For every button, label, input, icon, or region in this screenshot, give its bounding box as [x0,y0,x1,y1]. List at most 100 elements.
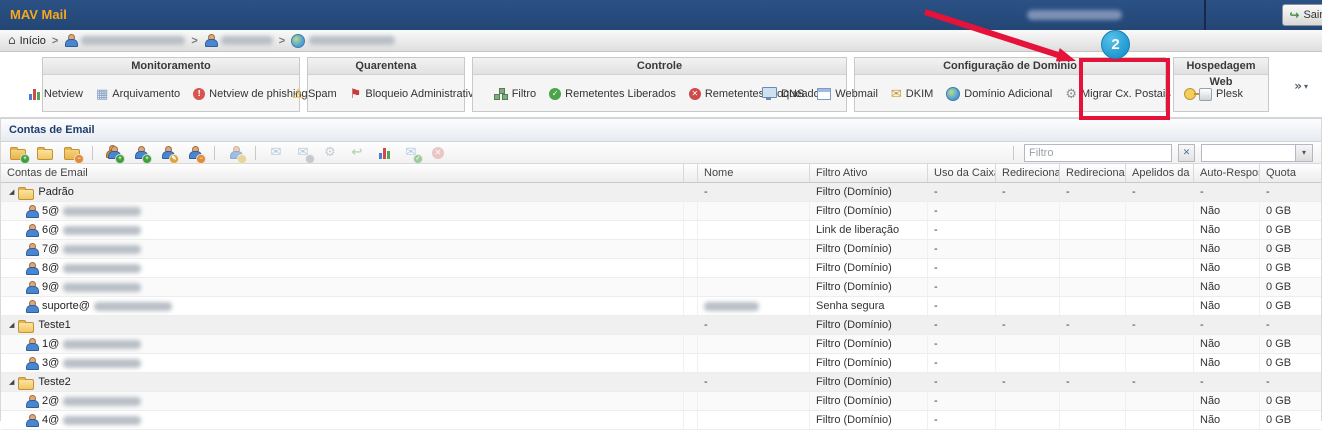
user-icon [25,395,38,408]
add-account-button[interactable]: + [131,144,149,162]
toolbar-separator [1013,146,1014,160]
account-row[interactable]: suporte@Senha segura-Não0 GB [1,297,1321,316]
ribbon-item-spam[interactable]: ⚠Spam [292,88,336,101]
ribbon-item-remetentes-bloqueados[interactable]: ✕Remetentes Bloqueados [689,88,825,100]
account-tree-cell: 5@ [1,202,684,220]
spacer-cell [684,297,698,315]
ribbon-item-remetentes-liberados[interactable]: ✓Remetentes Liberados [549,88,676,100]
redacted-text [221,36,273,45]
edit-account-button[interactable]: ✎ [158,144,176,162]
ribbon-item-plesk[interactable]: Plesk [1199,88,1243,101]
column-header-autoresp[interactable]: Auto-Resposta [1194,164,1260,182]
remove-folder-badge-icon: − [74,154,84,164]
cell-autoresp: Não [1194,297,1260,315]
breadcrumb-items: >>> [52,34,395,48]
expanded-triangle-icon[interactable]: ◢ [9,183,14,201]
cell-filtro: Filtro (Domínio) [810,335,928,353]
folder-open-icon [37,149,53,160]
logout-button[interactable]: ↪ Sair [1282,4,1322,26]
cell-apelidos: - [1126,183,1194,201]
ribbon-item-bloqueio-administrativo[interactable]: ⚑Bloqueio Administrativo [350,88,480,101]
breadcrumb-item[interactable] [291,34,395,48]
filter-clear-button[interactable]: ✕ [1178,144,1195,162]
column-header-red1[interactable]: Redirecionam... [996,164,1060,182]
account-row[interactable]: 1@Filtro (Domínio)-Não0 GB [1,335,1321,354]
group-row[interactable]: ◢Teste2-Filtro (Domínio)------ [1,373,1321,392]
account-tree-cell: suporte@ [1,297,684,315]
ribbon-item-migrar-cx-postais[interactable]: ⚙Migrar Cx. Postais [1065,88,1171,101]
breadcrumb-home-link[interactable]: ⌂ Início [8,34,46,47]
cell-quota: 0 GB [1260,354,1321,372]
account-email-redacted [63,416,141,425]
cell-autoresp: Não [1194,278,1260,296]
ribbon-overflow-button[interactable]: » ▾ [1294,80,1308,93]
cell-red2 [1060,392,1126,410]
mail-check-button[interactable]: ✉✓ [402,144,420,162]
account-row[interactable]: 9@Filtro (Domínio)-Não0 GB [1,278,1321,297]
stats-button[interactable] [375,144,393,162]
mail-settings-button[interactable]: ✉ [294,144,312,162]
column-header-nome[interactable]: Nome [698,164,810,182]
column-header-red2[interactable]: Redirecionam... [1060,164,1126,182]
account-row[interactable]: 2@Filtro (Domínio)-Não0 GB [1,392,1321,411]
disable-button[interactable]: ✕ [429,144,447,162]
cell-autoresp: - [1194,316,1260,334]
cell-nome [698,278,810,296]
account-row[interactable]: 5@Filtro (Domínio)-Não0 GB [1,202,1321,221]
ribbon-item-label: DNS [781,88,804,100]
cell-filtro: Filtro (Domínio) [810,316,928,334]
cell-red1 [996,297,1060,315]
column-header-uso[interactable]: Uso da Caixa... [928,164,996,182]
redirect-button[interactable]: ↩ [348,144,366,162]
locked-account-button[interactable] [226,144,244,162]
ribbon-item-dkim[interactable]: ✉DKIM [891,88,933,101]
add-account-badge-icon: + [142,154,152,164]
ribbon-item-dominio-adicional[interactable]: Domínio Adicional [946,87,1052,101]
ribbon-item-arquivamento[interactable]: ▦Arquivamento [96,88,180,101]
column-header-quota[interactable]: Quota [1260,164,1321,182]
account-email-prefix: 3@ [42,354,59,372]
filter-input[interactable] [1024,144,1172,162]
breadcrumb-item[interactable] [204,34,273,47]
edit-folder-button[interactable] [36,144,54,162]
breadcrumb-item[interactable] [64,34,185,47]
cell-nome [698,259,810,277]
ribbon-toolbar: MonitoramentoNetview▦Arquivamento!Netvie… [0,52,1322,118]
account-row[interactable]: 7@Filtro (Domínio)-Não0 GB [1,240,1321,259]
expanded-triangle-icon[interactable]: ◢ [9,316,14,334]
add-group-button[interactable]: + [104,144,122,162]
column-header-conta[interactable]: Contas de Email [1,164,684,182]
account-row[interactable]: 3@Filtro (Domínio)-Não0 GB [1,354,1321,373]
ribbon-group-title: Quarentena [308,58,464,75]
ribbon-item-webmail[interactable]: Webmail [817,88,878,100]
ribbon-item-netview[interactable]: Netview [29,88,83,100]
breadcrumb-separator: > [191,35,197,47]
cell-nome [698,297,810,315]
ribbon-item-label: Domínio Adicional [964,88,1052,100]
user-icon [25,224,38,237]
expanded-triangle-icon[interactable]: ◢ [9,373,14,391]
cell-red2 [1060,335,1126,353]
cell-uso: - [928,278,996,296]
account-row[interactable]: 6@Link de liberação-Não0 GB [1,221,1321,240]
group-select-dropdown[interactable]: ▾ [1201,144,1313,162]
add-folder-button[interactable]: + [9,144,27,162]
account-row[interactable]: 8@Filtro (Domínio)-Não0 GB [1,259,1321,278]
remove-folder-button[interactable]: − [63,144,81,162]
cell-quota: 0 GB [1260,392,1321,410]
user-icon [204,34,217,47]
cell-uso: - [928,202,996,220]
group-row[interactable]: ◢Padrão-Filtro (Domínio)------ [1,183,1321,202]
group-row[interactable]: ◢Teste1-Filtro (Domínio)------ [1,316,1321,335]
ribbon-item-label: Filtro [512,88,536,100]
remove-account-button[interactable]: − [185,144,203,162]
column-header-filtro[interactable]: Filtro Ativo [810,164,928,182]
cell-autoresp: Não [1194,202,1260,220]
ribbon-item-filtro[interactable]: Filtro [494,88,536,100]
send-mail-button[interactable]: ✉ [267,144,285,162]
ribbon-item-dns[interactable]: DNS [762,87,804,101]
column-header-apelidos[interactable]: Apelidos da C... [1126,164,1194,182]
edit-account-badge-icon: ✎ [169,154,179,164]
cell-nome [698,221,810,239]
tools-wrench-button[interactable]: ⚙ [321,144,339,162]
